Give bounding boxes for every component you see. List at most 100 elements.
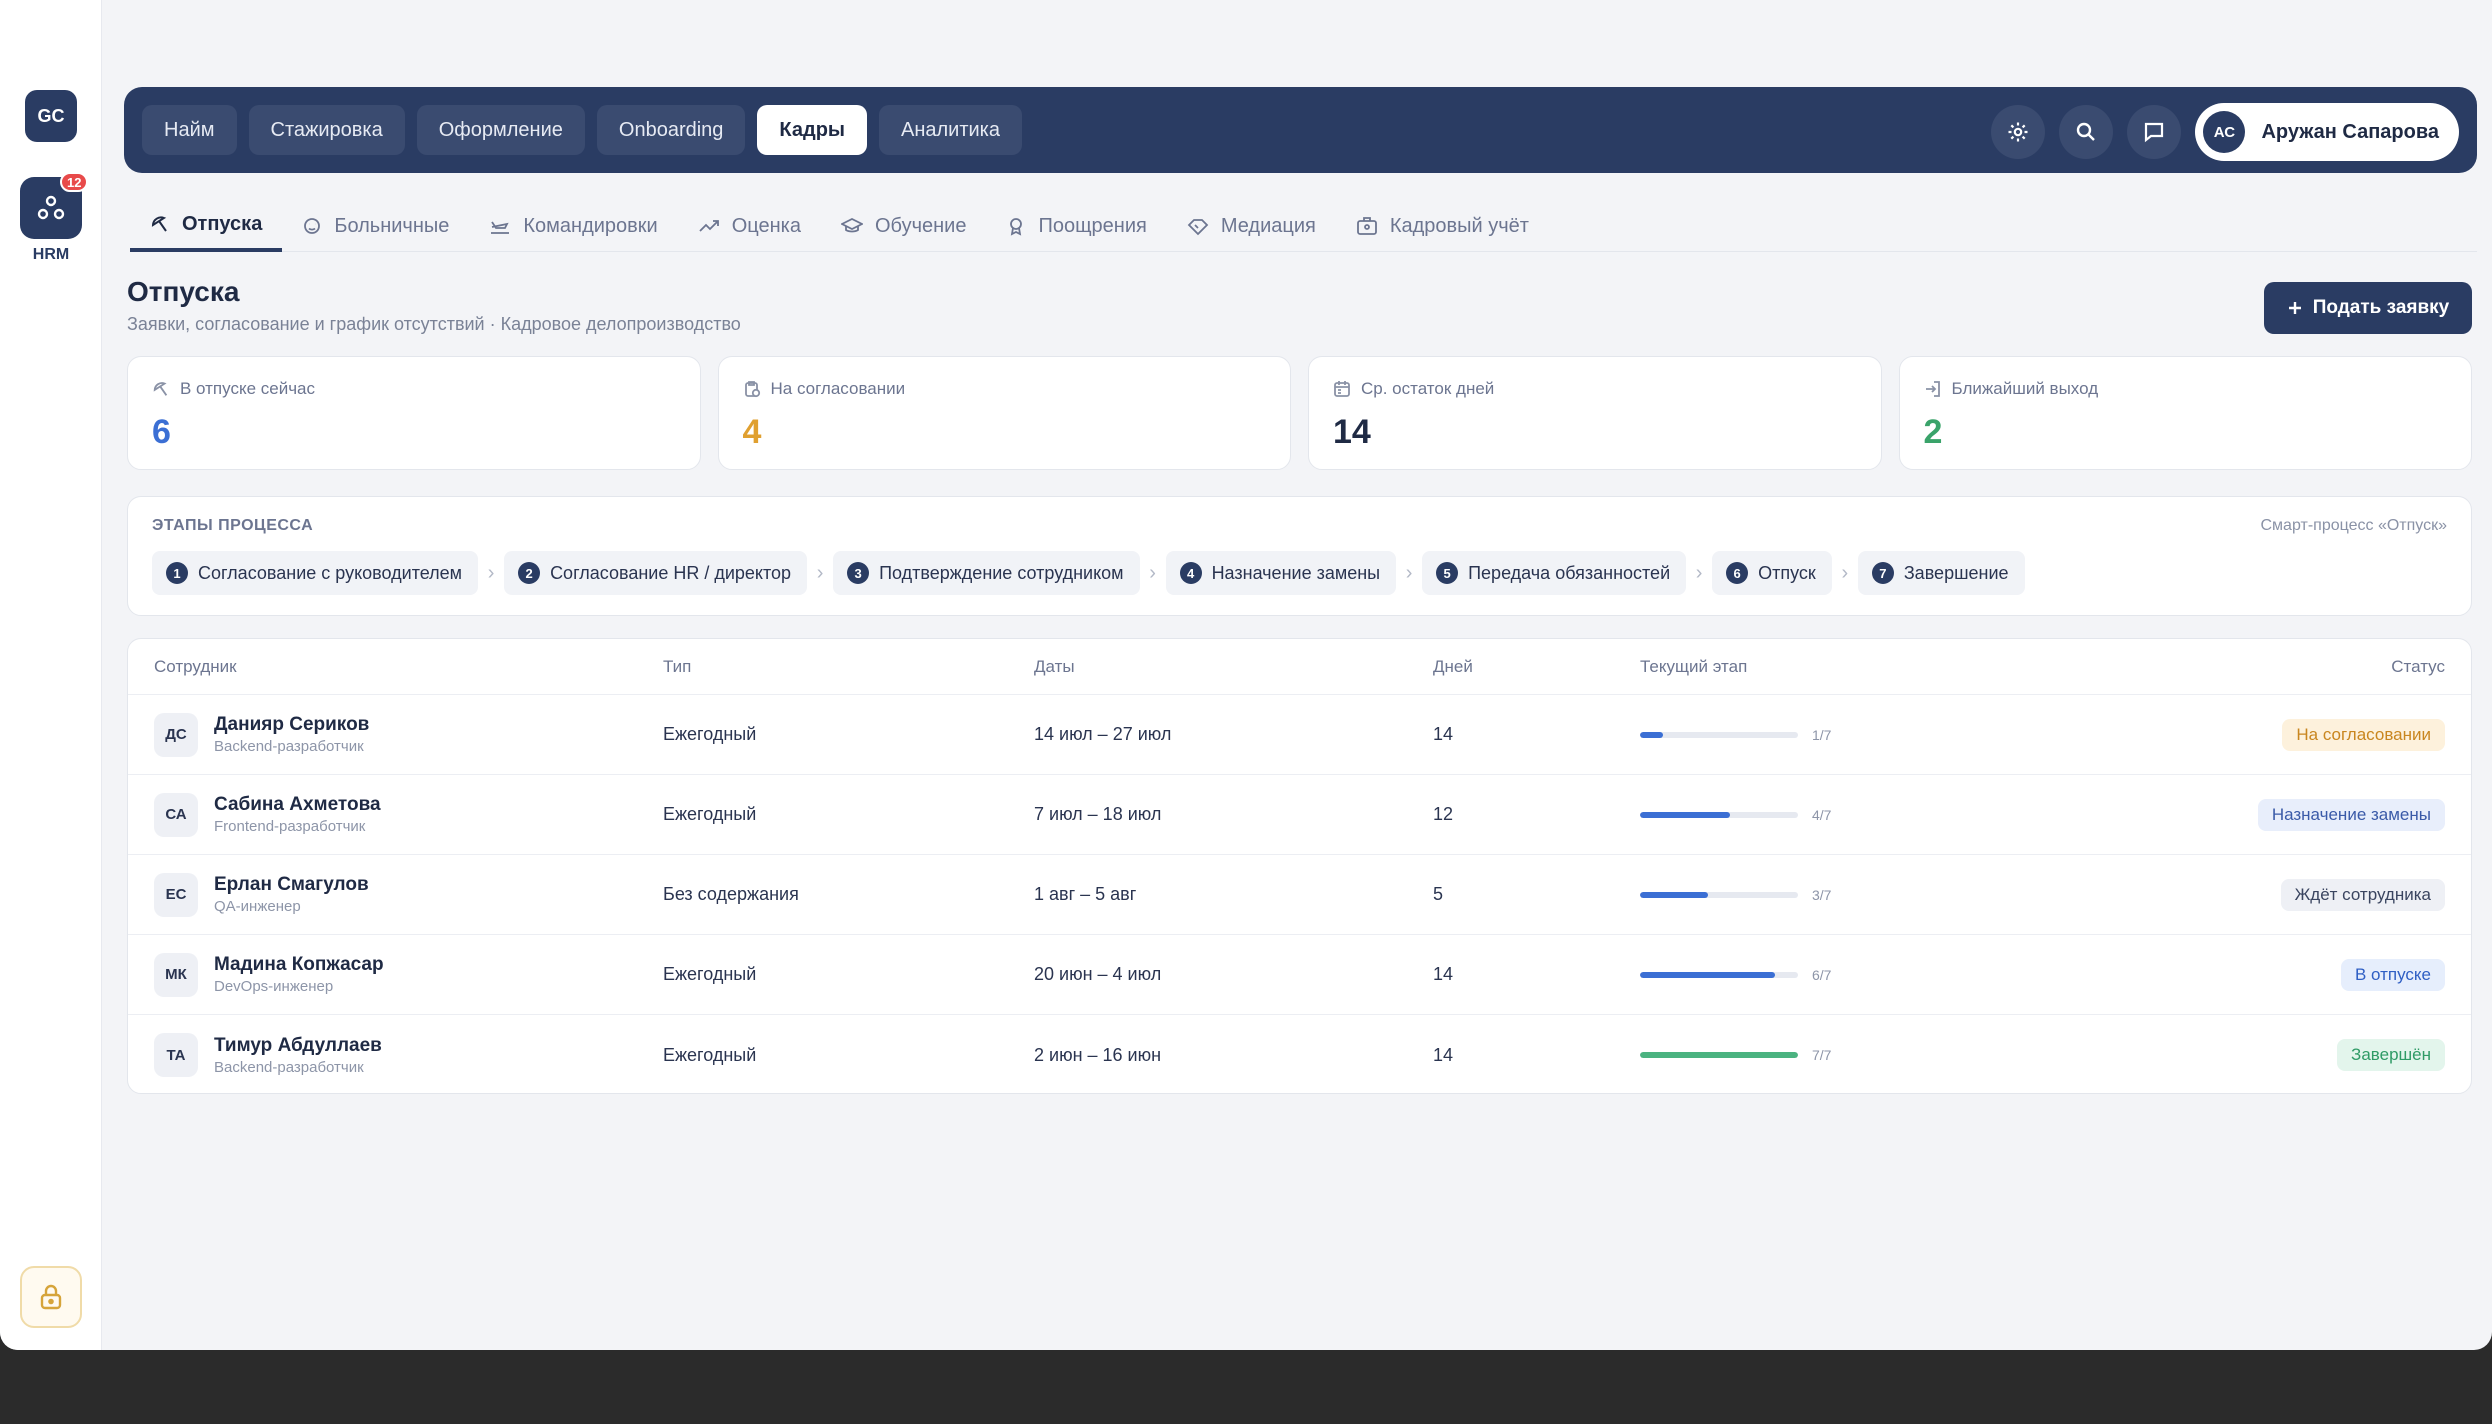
table-row[interactable]: СА Сабина Ахметова Frontend-разработчик Еже…	[128, 775, 2471, 855]
stage-progress-bar	[1640, 891, 1798, 898]
subtab-label: Командировки	[523, 214, 658, 237]
table-row[interactable]: ЕС Ерлан Смагулов QA-инженер Без содержания…	[128, 855, 2471, 935]
subtab-sick-leave[interactable]: Больничные	[282, 200, 469, 252]
leave-dates: 20 июн – 4 июл	[1034, 964, 1162, 984]
step-number: 3	[847, 562, 870, 584]
subtab-evaluation[interactable]: Оценка	[678, 200, 821, 252]
status-badge: Ждёт сотрудника	[2280, 878, 2445, 911]
column-header-days[interactable]: Дней	[1433, 657, 1640, 677]
process-step[interactable]: 2 Согласование HR / директор	[504, 551, 808, 595]
id-card-icon	[1356, 217, 1377, 235]
subtab-mediation[interactable]: Медиация	[1167, 200, 1336, 252]
tab-hiring[interactable]: Найм	[142, 105, 237, 155]
process-step[interactable]: 5 Передача обязанностей	[1422, 551, 1687, 595]
table-row[interactable]: МК Мадина Копжасар DevOps-инженер Ежегодный…	[128, 935, 2471, 1015]
stage-progress-fill	[1640, 891, 1708, 898]
column-header-status[interactable]: Статус	[2140, 657, 2471, 677]
clipboard-clock-icon	[744, 381, 760, 398]
step-label: Завершение	[1903, 562, 2009, 583]
handshake-icon	[1187, 219, 1209, 236]
employee-name[interactable]: Ерлан Смагулов	[214, 874, 369, 896]
step-label: Согласование с руководителем	[198, 562, 463, 583]
column-header-dates[interactable]: Даты	[1034, 657, 1433, 677]
top-actions: АС Аружан Сапарова	[1991, 103, 2459, 161]
tab-registration[interactable]: Оформление	[416, 105, 585, 155]
vacations-table: Сотрудник Тип Даты Дней Текущий этап Ста…	[127, 638, 2472, 1094]
table-row[interactable]: ДС Данияр Сериков Backend-разработчик Ежего…	[128, 695, 2471, 775]
trend-icon	[699, 220, 719, 232]
subtab-hr-records[interactable]: Кадровый учёт	[1336, 200, 1549, 252]
workspace-logo[interactable]: GC	[25, 90, 77, 142]
column-header-employee[interactable]: Сотрудник	[128, 657, 663, 677]
subtab-label: Кадровый учёт	[1389, 214, 1529, 237]
step-number: 6	[1726, 562, 1749, 584]
employee-cell: СА Сабина Ахметова Frontend-разработчик	[128, 792, 663, 837]
process-note: Смарт-процесс «Отпуск»	[2260, 517, 2448, 534]
process-step[interactable]: 7 Завершение	[1857, 551, 2025, 595]
stage-progress-fill	[1640, 971, 1776, 978]
employee-role: Backend-разработчик	[214, 738, 364, 755]
process-step[interactable]: 4 Назначение замены	[1165, 551, 1397, 595]
employee-name[interactable]: Мадина Копжасар	[214, 954, 384, 976]
subtab-vacations[interactable]: Отпуска	[130, 200, 283, 252]
employee-name[interactable]: Сабина Ахметова	[214, 794, 381, 816]
employee-name[interactable]: Тимур Абдуллаев	[214, 1035, 382, 1057]
hrm-label: HRM	[32, 246, 70, 263]
app-window: GC 12 HRM Найм Стажировка Оформление Onb…	[0, 0, 2492, 1350]
gear-icon	[2008, 122, 2028, 142]
page-title: Отпуска	[127, 276, 240, 307]
stage-progress-bar	[1640, 811, 1798, 818]
leave-days: 12	[1433, 804, 1454, 824]
plus-icon	[2288, 302, 2301, 314]
avatar: АС	[2203, 111, 2246, 153]
subtab-label: Оценка	[731, 214, 801, 237]
step-label: Отпуск	[1758, 562, 1816, 583]
stat-card-avg-remaining-days: Ср. остаток дней 14	[1308, 356, 1882, 470]
stage-progress-text: 1/7	[1812, 726, 1832, 743]
column-header-type[interactable]: Тип	[663, 657, 1034, 677]
employee-role: DevOps-инженер	[214, 978, 334, 995]
submit-request-button[interactable]: Подать заявку	[2264, 282, 2472, 334]
stat-card-nearest-return: Ближайший выход 2	[1898, 356, 2472, 470]
step-label: Согласование HR / директор	[550, 562, 792, 583]
process-step[interactable]: 1 Согласование с руководителем	[152, 551, 479, 595]
lock-button[interactable]	[20, 1266, 82, 1328]
search-button[interactable]	[2059, 105, 2114, 159]
subtab-rewards[interactable]: Поощрения	[986, 200, 1166, 252]
leave-type: Без содержания	[663, 884, 799, 904]
beach-umbrella-icon	[151, 216, 167, 232]
status-badge: Назначение замены	[2257, 798, 2445, 831]
leave-dates: 7 июл – 18 июл	[1034, 804, 1162, 824]
stat-label: На согласовании	[770, 379, 906, 398]
process-step[interactable]: 3 Подтверждение сотрудником	[833, 551, 1140, 595]
employee-name[interactable]: Данияр Сериков	[214, 714, 369, 736]
chevron-right-icon: ›	[487, 561, 495, 584]
process-step[interactable]: 6 Отпуск	[1712, 551, 1832, 595]
tab-analytics[interactable]: Аналитика	[879, 105, 1022, 155]
settings-button[interactable]	[1991, 105, 2046, 159]
stage-progress-bar	[1640, 731, 1798, 738]
stage-progress-bar	[1640, 1052, 1798, 1058]
subtab-training[interactable]: Обучение	[821, 200, 986, 252]
plane-icon	[491, 221, 510, 234]
tab-onboarding[interactable]: Onboarding	[596, 105, 746, 155]
leave-dates: 2 июн – 16 июн	[1034, 1044, 1162, 1065]
page-subtitle: Заявки, согласование и график отсутствий…	[127, 314, 741, 334]
messages-button[interactable]	[2127, 105, 2182, 159]
employee-role: Frontend-разработчик	[214, 818, 366, 835]
subtab-label: Медиация	[1220, 214, 1316, 237]
column-header-stage[interactable]: Текущий этап	[1640, 657, 2140, 677]
employee-info: Сабина Ахметова Frontend-разработчик	[214, 794, 381, 835]
user-menu[interactable]: АС Аружан Сапарова	[2195, 103, 2459, 161]
tab-internship[interactable]: Стажировка	[248, 105, 405, 155]
notification-badge: 12	[60, 172, 89, 192]
tab-personnel[interactable]: Кадры	[757, 105, 867, 155]
subtab-business-trips[interactable]: Командировки	[469, 200, 677, 252]
avatar: МК	[154, 952, 198, 997]
stat-card-on-vacation: В отпуске сейчас 6	[127, 356, 701, 470]
leave-days: 14	[1433, 964, 1454, 984]
stage-cell: 6/7	[1640, 967, 2140, 983]
table-row[interactable]: ТА Тимур Абдуллаев Backend-разработчик Ежег…	[128, 1015, 2471, 1093]
stage-progress-text: 7/7	[1812, 1047, 1832, 1063]
nodes-icon	[37, 195, 65, 220]
